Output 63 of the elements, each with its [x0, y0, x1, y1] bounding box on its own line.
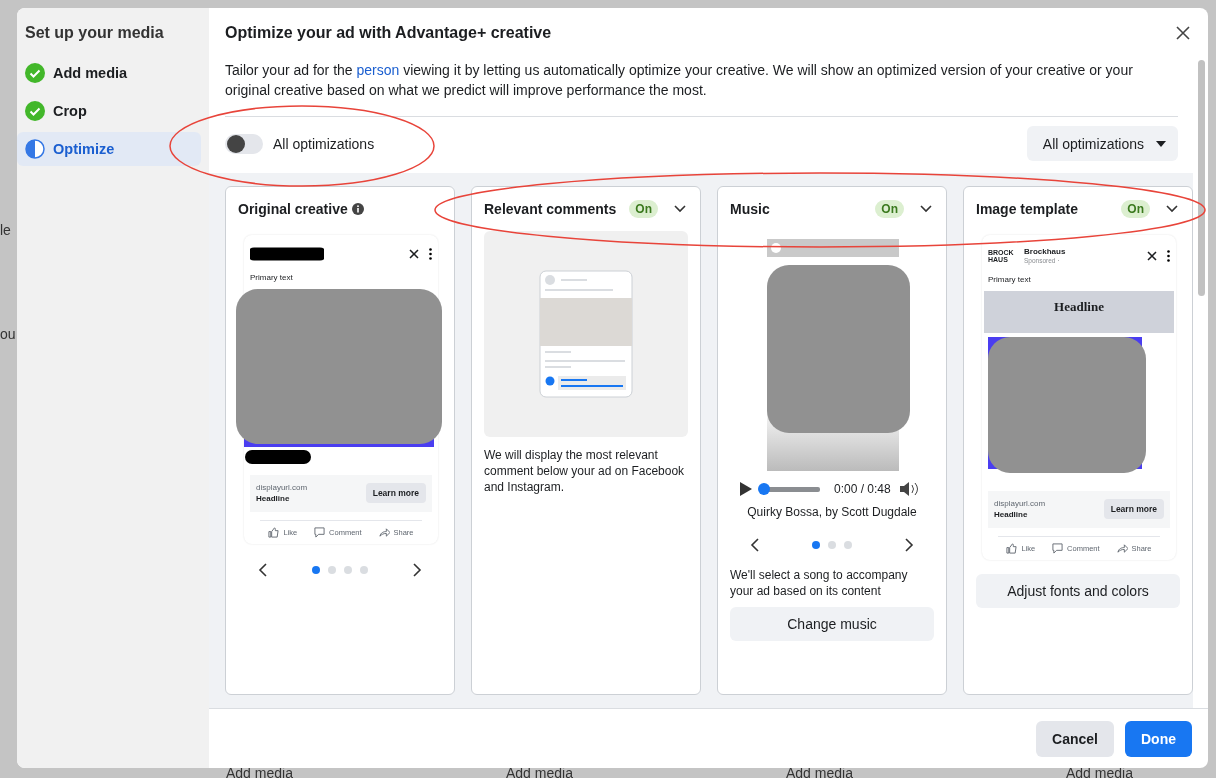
- headline-text: Headline: [994, 510, 1029, 520]
- card-title: Music: [730, 201, 770, 217]
- status-badge: On: [629, 200, 658, 218]
- track-name: Quirky Bossa, by Scott Dugdale: [746, 505, 918, 519]
- kebab-icon: [429, 248, 432, 260]
- optimizations-toggle[interactable]: [225, 133, 263, 154]
- toggle-label: All optimizations: [273, 135, 375, 152]
- done-button[interactable]: Done: [1125, 720, 1192, 757]
- card-title: Image template: [976, 201, 1078, 217]
- primary-text: Primary text: [988, 275, 1032, 285]
- description-text: Tailor your ad for the person viewing it by letting us automatically optimize your creative. We will show an optimized version of your creative or your original creative based on what we predict will improve performance the most.: [225, 60, 1178, 117]
- sidebar-title: Set up your media: [25, 24, 165, 42]
- step-item[interactable]: Optimize: [17, 132, 201, 166]
- card-title: Relevant comments: [484, 201, 617, 217]
- kebab-icon: [1167, 250, 1170, 262]
- url-text: displayurl.com: [994, 498, 1046, 509]
- step-item[interactable]: Add media: [17, 56, 201, 90]
- volume-icon[interactable]: [898, 481, 919, 497]
- speech-bubble-icon: [1052, 542, 1064, 554]
- pager-dot[interactable]: [312, 565, 320, 574]
- change-music-button[interactable]: Change music: [730, 607, 934, 641]
- thumbs-up-icon: [1006, 542, 1018, 554]
- pager-dot[interactable]: [360, 565, 368, 574]
- url-text: displayurl.com: [256, 482, 308, 493]
- share-arrow-icon: [1116, 542, 1128, 554]
- backdrop-text: Add media: [506, 766, 574, 778]
- step-item[interactable]: Crop: [17, 94, 201, 128]
- pager-dot[interactable]: [328, 565, 336, 574]
- close-button[interactable]: [1176, 26, 1190, 40]
- pager-dot[interactable]: [812, 541, 820, 549]
- play-icon[interactable]: [740, 482, 752, 496]
- backdrop-text: Add media: [226, 766, 294, 778]
- progress-slider[interactable]: [760, 486, 820, 492]
- optimizations-dropdown[interactable]: All optimizations: [1026, 126, 1178, 161]
- template-headline: Headline: [1054, 298, 1104, 316]
- description-text: We will display the most relevant comment below your ad on Facebook and Instagram.: [484, 447, 686, 495]
- pager-dot[interactable]: [344, 565, 352, 574]
- close-icon: [1147, 251, 1157, 261]
- thumbs-up-icon: [268, 526, 280, 538]
- backdrop-text: ou: [0, 326, 17, 342]
- card-title: Original creative: [238, 201, 364, 217]
- slider-thumb[interactable]: [758, 482, 770, 495]
- status-badge: On: [1121, 200, 1150, 218]
- backdrop-text: Add media: [1066, 766, 1134, 778]
- dialog-title: Optimize your ad with Advantage+ creative: [225, 24, 552, 42]
- primary-text: Primary text: [250, 273, 294, 283]
- speech-bubble-icon: [314, 526, 326, 538]
- headline-text: Headline: [256, 494, 291, 504]
- caret-down-icon: [1156, 140, 1166, 147]
- backdrop-text: le: [0, 222, 12, 238]
- close-icon: [409, 249, 419, 259]
- backdrop-text: Add media: [786, 766, 854, 778]
- scrollbar-thumb[interactable]: [1198, 60, 1205, 296]
- brand-name: Brockhaus: [1024, 247, 1066, 257]
- share-arrow-icon: [378, 526, 390, 538]
- status-badge: On: [875, 200, 904, 218]
- pager-dot[interactable]: [844, 541, 852, 549]
- time-text: 0:00 / 0:48: [834, 482, 891, 496]
- description-text: We'll select a song to accompany your ad based on its content: [730, 567, 909, 599]
- person-link[interactable]: person: [356, 62, 400, 78]
- adjust-fonts-button[interactable]: Adjust fonts and colors: [976, 573, 1180, 608]
- pager-dot[interactable]: [828, 541, 836, 549]
- cancel-button[interactable]: Cancel: [1036, 720, 1114, 757]
